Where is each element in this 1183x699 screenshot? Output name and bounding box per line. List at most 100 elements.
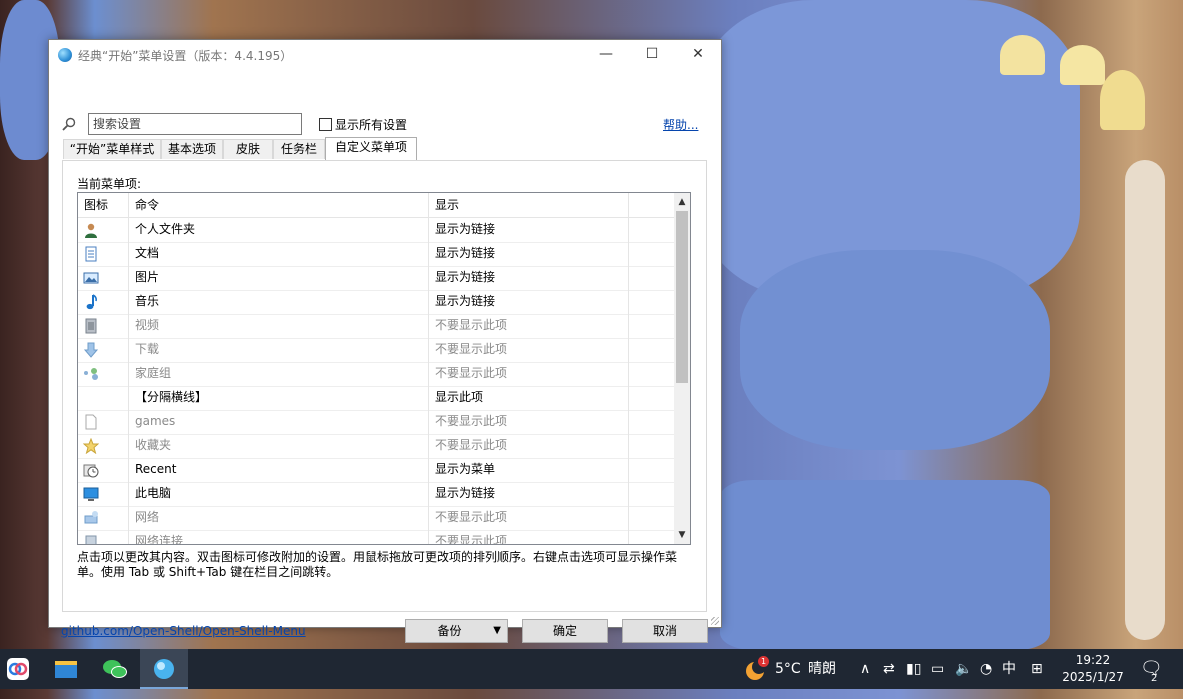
search-input[interactable]: 搜索设置 <box>88 113 302 135</box>
github-link[interactable]: github.com/Open-Shell/Open-Shell-Menu <box>61 624 306 638</box>
sync-icon[interactable]: ⇄ <box>883 649 895 689</box>
tab-start-menu-style[interactable]: “开始”菜单样式 <box>63 139 161 159</box>
row-icon-cell[interactable] <box>78 338 129 362</box>
list-item[interactable]: 音乐 显示为链接 <box>78 290 674 315</box>
list-item[interactable]: 收藏夹 不要显示此项 <box>78 434 674 459</box>
input-method-indicator[interactable]: 中 <box>1002 649 1016 689</box>
row-icon-cell[interactable] <box>78 458 129 482</box>
row-filler <box>629 530 674 544</box>
list-item[interactable]: 网络连接 不要显示此项 <box>78 530 674 544</box>
list-item[interactable]: 文档 显示为链接 <box>78 242 674 267</box>
row-command-cell[interactable]: 文档 <box>129 242 429 266</box>
list-item[interactable]: Recent 显示为菜单 <box>78 458 674 483</box>
checkbox-box[interactable] <box>319 118 332 131</box>
row-display-cell[interactable]: 显示为菜单 <box>429 458 629 482</box>
row-display-cell[interactable]: 不要显示此项 <box>429 314 629 338</box>
column-header-icon[interactable]: 图标 <box>78 193 129 217</box>
row-command-cell[interactable]: 网络连接 <box>129 530 429 544</box>
row-command-cell[interactable]: 【分隔横线】 <box>129 386 429 410</box>
minimize-button[interactable]: — <box>583 40 629 70</box>
taskbar-open-shell-settings[interactable] <box>140 649 188 689</box>
row-display-cell[interactable]: 显示为链接 <box>429 482 629 506</box>
scroll-down-arrow-icon[interactable]: ▼ <box>674 526 690 544</box>
list-item[interactable]: games 不要显示此项 <box>78 410 674 435</box>
row-icon-cell[interactable] <box>78 218 129 242</box>
show-all-settings-checkbox[interactable]: 显示所有设置 <box>319 116 407 132</box>
row-icon-cell[interactable] <box>78 242 129 266</box>
screen-icon[interactable]: ▮▯ <box>906 649 921 689</box>
row-command-cell[interactable]: 个人文件夹 <box>129 218 429 242</box>
row-command-cell[interactable]: 家庭组 <box>129 362 429 386</box>
row-command-cell[interactable]: 下载 <box>129 338 429 362</box>
list-item[interactable]: 图片 显示为链接 <box>78 266 674 291</box>
dropdown-arrow-icon[interactable]: ▼ <box>493 620 501 642</box>
row-command-cell[interactable]: 视频 <box>129 314 429 338</box>
volume-icon[interactable]: 🔈 <box>955 649 972 689</box>
document-icon <box>85 246 97 262</box>
title-bar[interactable]: 经典“开始”菜单设置（版本：4.4.195） — ☐ ✕ <box>49 40 721 70</box>
scroll-thumb[interactable] <box>676 211 688 383</box>
system-clock[interactable]: 19:22 2025/1/27 <box>1060 652 1126 686</box>
ime-mode-grid-icon[interactable]: ⊞ <box>1031 649 1043 689</box>
row-icon-cell[interactable] <box>78 482 129 506</box>
row-display-cell[interactable]: 不要显示此项 <box>429 506 629 530</box>
list-item[interactable]: 【分隔横线】 显示此项 <box>78 386 674 411</box>
row-icon-cell[interactable] <box>78 266 129 290</box>
row-command-cell[interactable]: 收藏夹 <box>129 434 429 458</box>
list-item[interactable]: 网络 不要显示此项 <box>78 506 674 531</box>
help-link[interactable]: 帮助... <box>663 116 698 133</box>
row-display-cell[interactable]: 显示为链接 <box>429 242 629 266</box>
row-display-cell[interactable]: 不要显示此项 <box>429 434 629 458</box>
row-display-cell[interactable]: 显示此项 <box>429 386 629 410</box>
maximize-button[interactable]: ☐ <box>629 40 675 70</box>
row-icon-cell[interactable] <box>78 314 129 338</box>
taskbar-app-1[interactable] <box>0 649 48 689</box>
row-command-cell[interactable]: 音乐 <box>129 290 429 314</box>
list-item[interactable]: 此电脑 显示为链接 <box>78 482 674 507</box>
row-display-cell[interactable]: 显示为链接 <box>429 266 629 290</box>
list-item[interactable]: 个人文件夹 显示为链接 <box>78 218 674 243</box>
row-command-cell[interactable]: Recent <box>129 458 429 482</box>
taskbar-file-explorer[interactable] <box>42 649 90 689</box>
row-command-cell[interactable]: 图片 <box>129 266 429 290</box>
backup-button[interactable]: 备份 ▼ <box>405 619 508 643</box>
battery-icon[interactable]: ▭ <box>931 649 944 689</box>
row-display-cell[interactable]: 不要显示此项 <box>429 410 629 434</box>
list-item[interactable]: 下载 不要显示此项 <box>78 338 674 363</box>
resize-grip-icon[interactable] <box>711 617 719 625</box>
row-icon-cell[interactable] <box>78 410 129 434</box>
row-icon-cell[interactable] <box>78 530 129 544</box>
tab-basic-options[interactable]: 基本选项 <box>161 139 223 159</box>
row-icon-cell[interactable] <box>78 386 129 410</box>
wifi-icon[interactable]: ◔ <box>980 649 992 689</box>
list-item[interactable]: 视频 不要显示此项 <box>78 314 674 339</box>
taskbar: 1 5°C 晴朗 ∧ ⇄ ▮▯ ▭ 🔈 ◔ 中 ⊞ 19:22 2025/1/2… <box>0 649 1183 689</box>
tab-skin[interactable]: 皮肤 <box>223 139 273 159</box>
row-command-cell[interactable]: 网络 <box>129 506 429 530</box>
menu-items-list[interactable]: 图标 命令 显示 个人文件夹 显示为链接 文档 显示为链接 图片 显示为链接 音… <box>77 192 691 545</box>
ok-button[interactable]: 确定 <box>522 619 608 643</box>
row-icon-cell[interactable] <box>78 506 129 530</box>
column-header-command[interactable]: 命令 <box>129 193 429 217</box>
row-display-cell[interactable]: 不要显示此项 <box>429 362 629 386</box>
tab-customize-menu[interactable]: 自定义菜单项 <box>325 137 417 160</box>
cancel-button[interactable]: 取消 <box>622 619 708 643</box>
row-command-cell[interactable]: games <box>129 410 429 434</box>
close-button[interactable]: ✕ <box>675 40 721 70</box>
vertical-scrollbar[interactable]: ▲ ▼ <box>674 193 690 544</box>
taskbar-wechat[interactable] <box>90 649 138 689</box>
tab-taskbar[interactable]: 任务栏 <box>273 139 325 159</box>
column-header-display[interactable]: 显示 <box>429 193 629 217</box>
row-display-cell[interactable]: 显示为链接 <box>429 218 629 242</box>
row-display-cell[interactable]: 显示为链接 <box>429 290 629 314</box>
row-icon-cell[interactable] <box>78 362 129 386</box>
row-display-cell[interactable]: 不要显示此项 <box>429 530 629 544</box>
notification-center-icon[interactable]: 🗨 2 <box>1140 649 1163 689</box>
list-item[interactable]: 家庭组 不要显示此项 <box>78 362 674 387</box>
row-icon-cell[interactable] <box>78 434 129 458</box>
row-display-cell[interactable]: 不要显示此项 <box>429 338 629 362</box>
row-icon-cell[interactable] <box>78 290 129 314</box>
show-hidden-icons-chevron-icon[interactable]: ∧ <box>860 649 870 689</box>
row-command-cell[interactable]: 此电脑 <box>129 482 429 506</box>
scroll-up-arrow-icon[interactable]: ▲ <box>674 193 690 211</box>
